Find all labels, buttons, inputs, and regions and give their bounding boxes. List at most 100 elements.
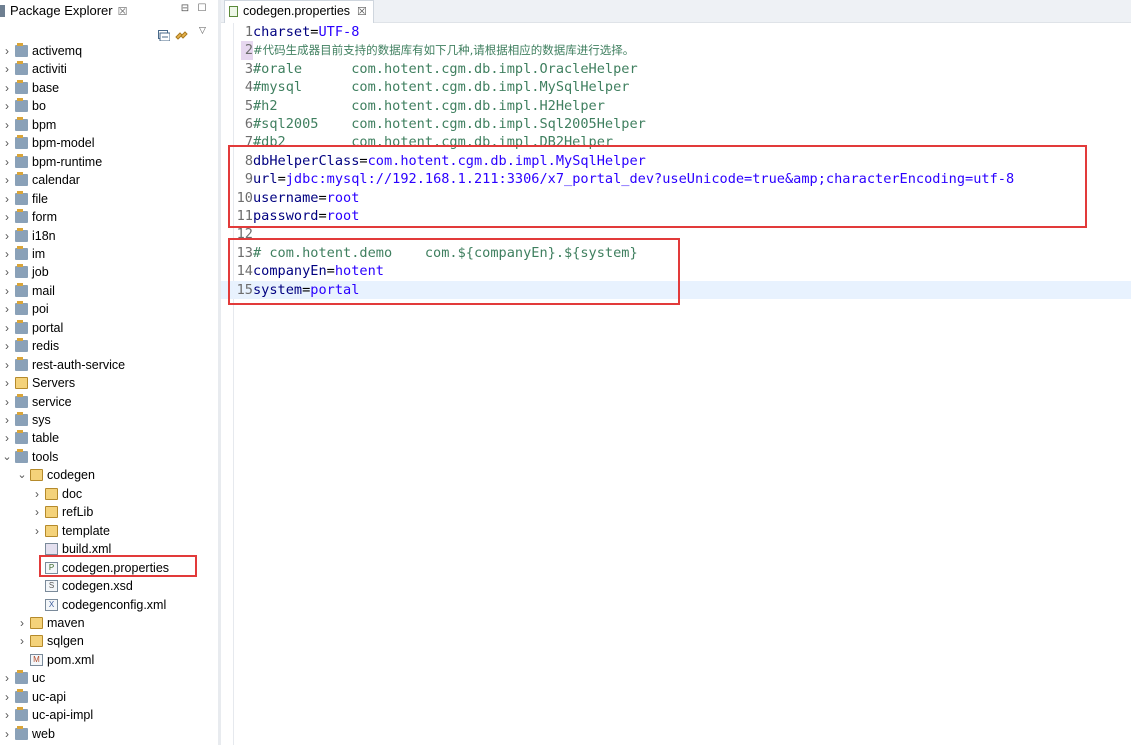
chevron-right-icon[interactable]: ›	[2, 227, 12, 245]
highlight-box-db-config	[228, 145, 1087, 228]
chevron-right-icon[interactable]: ›	[2, 42, 12, 60]
tree-item-mail[interactable]: › mail	[0, 282, 218, 300]
tree-item-web[interactable]: › web	[0, 725, 218, 743]
tree-item-rest-auth-service[interactable]: › rest-auth-service	[0, 356, 218, 374]
project-icon	[15, 670, 28, 685]
tree-item-codegenconfig-xml[interactable]: Xcodegenconfig.xml	[0, 596, 218, 614]
chevron-right-icon[interactable]: ›	[2, 171, 12, 189]
code-text: charset=UTF-8	[253, 23, 359, 41]
tree-item-bo[interactable]: › bo	[0, 97, 218, 115]
code-line[interactable]: 3 #orale com.hotent.cgm.db.impl.OracleHel…	[221, 60, 1131, 78]
chevron-down-icon[interactable]: ⌄	[2, 448, 12, 466]
ant-file-icon	[45, 543, 58, 556]
code-line[interactable]: 4 #mysql com.hotent.cgm.db.impl.MySqlHelp…	[221, 78, 1131, 96]
chevron-right-icon[interactable]: ›	[2, 116, 12, 134]
tree-item-label: bpm-runtime	[32, 154, 103, 169]
view-menu-icon[interactable]: ▽	[199, 26, 211, 37]
chevron-right-icon[interactable]: ›	[2, 356, 12, 374]
code-line[interactable]: 1 charset=UTF-8	[221, 23, 1131, 41]
tree-item-label: activemq	[32, 44, 83, 58]
tree-item-service[interactable]: › service	[0, 393, 218, 411]
chevron-right-icon[interactable]: ›	[2, 245, 12, 263]
chevron-right-icon[interactable]: ›	[2, 706, 12, 724]
chevron-right-icon[interactable]: ›	[2, 319, 12, 337]
tree-item-portal[interactable]: › portal	[0, 319, 218, 337]
close-icon[interactable]: ☒	[357, 6, 367, 18]
chevron-right-icon[interactable]: ›	[2, 688, 12, 706]
chevron-right-icon[interactable]: ›	[2, 374, 12, 392]
code-line[interactable]: 5 #h2 com.hotent.cgm.db.impl.H2Helper	[221, 97, 1131, 115]
tree-item-template[interactable]: › template	[0, 522, 218, 540]
chevron-down-icon[interactable]: ⌄	[17, 466, 27, 484]
chevron-right-icon[interactable]: ›	[2, 725, 12, 743]
tree-item-label: bpm-model	[32, 136, 95, 151]
tree-item-sys[interactable]: › sys	[0, 411, 218, 429]
tree-item-reflib[interactable]: › refLib	[0, 503, 218, 521]
tree-item-bpm-model[interactable]: › bpm-model	[0, 134, 218, 152]
tree-item-uc-api[interactable]: › uc-api	[0, 688, 218, 706]
tree-item-codegen[interactable]: ⌄ codegen	[0, 466, 218, 484]
chevron-right-icon[interactable]: ›	[2, 134, 12, 152]
package-explorer-tab[interactable]: Package Explorer ☒	[0, 0, 128, 22]
tree-item-codegen-xsd[interactable]: Scodegen.xsd	[0, 577, 218, 595]
chevron-right-icon[interactable]: ›	[2, 393, 12, 411]
tree-item-job[interactable]: › job	[0, 263, 218, 281]
tree-item-label: template	[62, 523, 110, 538]
tree-item-doc[interactable]: › doc	[0, 485, 218, 503]
tree-item-label: uc-api-impl	[32, 708, 94, 723]
tree-item-maven[interactable]: › maven	[0, 614, 218, 632]
chevron-right-icon[interactable]: ›	[2, 60, 12, 78]
chevron-right-icon[interactable]: ›	[17, 632, 27, 650]
tree-item-bpm[interactable]: › bpm	[0, 116, 218, 134]
chevron-right-icon[interactable]: ›	[2, 411, 12, 429]
chevron-right-icon[interactable]: ›	[2, 429, 12, 447]
tree-item-pom-xml[interactable]: Mpom.xml	[0, 651, 218, 669]
tree-item-file[interactable]: › file	[0, 190, 218, 208]
tree-item-poi[interactable]: › poi	[0, 300, 218, 318]
tree-item-servers[interactable]: › Servers	[0, 374, 218, 392]
explorer-toolbar: ▽	[0, 22, 218, 42]
chevron-right-icon[interactable]: ›	[2, 669, 12, 687]
tree-item-calendar[interactable]: › calendar	[0, 171, 218, 189]
tree-item-label: activiti	[32, 62, 67, 77]
tree-item-activemq[interactable]: › activemq	[0, 42, 218, 60]
tree-item-i18n[interactable]: › i18n	[0, 227, 218, 245]
tree-item-bpm-runtime[interactable]: › bpm-runtime	[0, 153, 218, 171]
chevron-right-icon[interactable]: ›	[2, 300, 12, 318]
folder-icon	[30, 469, 43, 482]
tree-item-tools[interactable]: ⌄ tools	[0, 448, 218, 466]
tree-item-activiti[interactable]: › activiti	[0, 60, 218, 78]
chevron-right-icon[interactable]: ›	[2, 282, 12, 300]
tree-item-sqlgen[interactable]: › sqlgen	[0, 632, 218, 650]
minimize-icon[interactable]: ⊟	[180, 4, 190, 14]
chevron-right-icon[interactable]: ›	[2, 153, 12, 171]
editor-tab-codegen-properties[interactable]: codegen.properties ☒	[224, 0, 374, 23]
chevron-right-icon[interactable]: ›	[32, 522, 42, 540]
close-icon[interactable]: ☒	[118, 6, 128, 18]
chevron-right-icon[interactable]: ›	[17, 614, 27, 632]
chevron-right-icon[interactable]: ›	[32, 503, 42, 521]
chevron-right-icon[interactable]: ›	[2, 208, 12, 226]
tree-item-uc[interactable]: › uc	[0, 669, 218, 687]
tree-item-base[interactable]: › base	[0, 79, 218, 97]
code-line[interactable]: 6 #sql2005 com.hotent.cgm.db.impl.Sql2005…	[221, 115, 1131, 133]
tree-item-uc-api-impl[interactable]: › uc-api-impl	[0, 706, 218, 724]
maximize-icon[interactable]: ☐	[197, 4, 207, 14]
tree-item-table[interactable]: › table	[0, 429, 218, 447]
code-line[interactable]: 2 #代码生成器目前支持的数据库有如下几种,请根据相应的数据库进行选择。	[221, 41, 1131, 60]
project-icon	[15, 209, 28, 224]
chevron-right-icon[interactable]: ›	[2, 263, 12, 281]
link-with-editor-icon[interactable]	[175, 26, 188, 40]
collapse-all-icon[interactable]	[158, 26, 171, 42]
chevron-right-icon[interactable]: ›	[2, 337, 12, 355]
chevron-right-icon[interactable]: ›	[2, 79, 12, 97]
project-icon	[15, 688, 28, 703]
tree-item-label: tools	[32, 449, 59, 464]
tree-item-redis[interactable]: › redis	[0, 337, 218, 355]
chevron-right-icon[interactable]: ›	[2, 190, 12, 208]
tree-item-form[interactable]: › form	[0, 208, 218, 226]
chevron-right-icon[interactable]: ›	[2, 97, 12, 115]
tree-item-im[interactable]: › im	[0, 245, 218, 263]
chevron-right-icon[interactable]: ›	[32, 485, 42, 503]
explorer-tab-bar: Package Explorer ☒ ⊟ ☐	[0, 0, 218, 22]
